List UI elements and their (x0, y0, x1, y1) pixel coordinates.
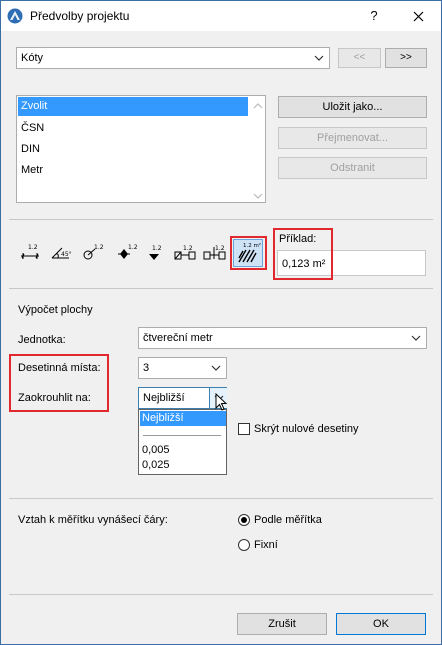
round-select-value: Nejbližší (143, 392, 185, 404)
radius-dimension-icon[interactable]: 1.2 (81, 241, 105, 263)
unit-label: Jednotka: (18, 334, 66, 346)
door-window-dimension-icon[interactable]: 1.2 (173, 241, 201, 263)
divider (9, 498, 433, 499)
round-option[interactable]: 0,025 (140, 458, 226, 473)
next-preset-button[interactable]: >> (385, 48, 427, 68)
decimals-select[interactable]: 3 (138, 357, 227, 379)
scroll-down-arrow-icon[interactable] (253, 192, 263, 200)
scale-radio-by-scale[interactable] (238, 514, 250, 526)
radius-dimension-icon-text: 1.2 (94, 244, 104, 251)
list-item[interactable]: ČSN (18, 119, 248, 138)
scale-option-label: Fixní (254, 539, 278, 551)
example-highlight (273, 228, 333, 280)
area-icon-highlight (230, 236, 267, 270)
level-dimension-icon-text: 1.2 (128, 244, 138, 251)
delete-button[interactable]: Odstranit (278, 157, 427, 179)
chevron-down-icon (211, 365, 221, 371)
previous-preset-button[interactable]: << (338, 48, 381, 68)
divider (9, 219, 433, 220)
save-as-button[interactable]: Uložit jako... (278, 96, 427, 118)
unit-select[interactable]: čtvereční metr (138, 327, 427, 349)
close-button[interactable] (395, 1, 441, 31)
title-bar: Předvolby projektu ? (1, 1, 441, 31)
divider (9, 594, 433, 595)
preset-select[interactable]: Kóty (16, 47, 330, 69)
list-item[interactable]: Metr (18, 161, 248, 180)
archicad-app-icon (7, 8, 23, 24)
cancel-button[interactable]: Zrušit (237, 613, 327, 635)
linear-dimension-icon[interactable]: 1.2 (19, 241, 43, 263)
round-select[interactable]: Nejbližší (138, 387, 227, 409)
sill-height-icon[interactable]: 1.2 (202, 241, 230, 263)
door-window-dimension-icon-text: 1.2 (183, 245, 193, 252)
round-option[interactable]: 0,005 (140, 443, 226, 458)
hide-zero-label: Skrýt nulové desetiny (254, 423, 359, 435)
unit-select-value: čtvereční metr (143, 332, 213, 344)
angle-dimension-icon[interactable]: 45° (49, 241, 73, 263)
decimals-select-value: 3 (143, 362, 150, 374)
list-item[interactable]: DIN (18, 140, 248, 159)
elevation-marker-icon-text: 1.2 (152, 245, 162, 252)
level-dimension-icon[interactable]: 1.2 (115, 241, 139, 263)
scale-option-label: Podle měřítka (254, 514, 322, 526)
chevron-down-icon (411, 335, 421, 341)
divider (9, 288, 433, 289)
close-icon (413, 11, 423, 22)
preset-select-value: Kóty (21, 52, 44, 64)
rename-button[interactable]: Přejmenovat... (278, 127, 427, 149)
area-section-title: Výpočet plochy (18, 304, 93, 316)
standards-list[interactable]: Zvolit ČSN DIN Metr (16, 95, 266, 203)
window-title: Předvolby projektu (30, 9, 130, 23)
scroll-up-arrow-icon[interactable] (253, 102, 263, 110)
linear-dimension-icon-text: 1.2 (28, 244, 38, 251)
ok-button[interactable]: OK (336, 613, 426, 635)
labels-highlight (9, 354, 109, 412)
round-option[interactable]: Nejbližší (140, 411, 226, 426)
mouse-cursor-icon (215, 393, 228, 411)
angle-dimension-icon-text: 45° (61, 251, 72, 258)
list-item[interactable]: Zvolit (18, 97, 248, 116)
help-button[interactable]: ? (351, 1, 397, 31)
hide-zero-checkbox[interactable] (238, 423, 250, 435)
scale-radio-fixed[interactable] (238, 539, 250, 551)
scale-label: Vztah k měřítku vynášecí čáry: (18, 514, 168, 526)
round-option-separator (143, 435, 221, 436)
sill-height-icon-text: 1.2 (215, 245, 225, 252)
round-options-list[interactable]: Nejbližší 0,005 0,025 (138, 409, 227, 475)
chevron-down-icon (314, 55, 324, 61)
elevation-marker-icon[interactable]: 1.2 (145, 241, 169, 263)
preferences-dialog: Předvolby projektu ? Kóty << >> Zvolit Č… (0, 0, 442, 645)
